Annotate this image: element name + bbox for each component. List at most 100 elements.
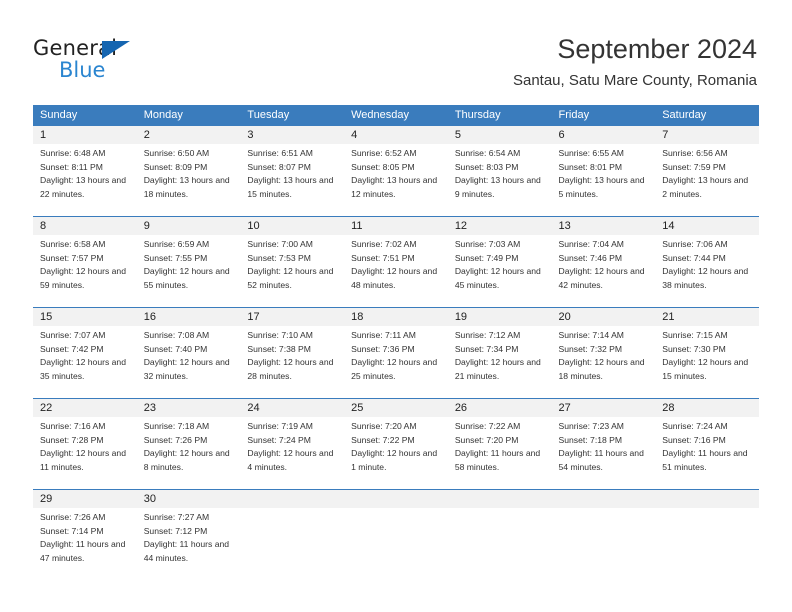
calendar-week-row: 1 2 3 4 5 6 7 Sunrise: 6:48 AM Sunset: 8… — [33, 125, 759, 216]
day-cell[interactable]: Sunrise: 6:56 AM Sunset: 7:59 PM Dayligh… — [655, 144, 759, 216]
day-number[interactable]: 19 — [448, 308, 552, 326]
sunrise-text: Sunrise: 7:23 AM — [558, 421, 624, 431]
day-cell[interactable]: Sunrise: 6:50 AM Sunset: 8:09 PM Dayligh… — [137, 144, 241, 216]
day-cell[interactable]: Sunrise: 6:58 AM Sunset: 7:57 PM Dayligh… — [33, 235, 137, 307]
day-number[interactable]: 24 — [240, 399, 344, 417]
day-number[interactable]: 29 — [33, 490, 137, 508]
sunset-text: Sunset: 7:32 PM — [558, 343, 623, 354]
day-cell[interactable]: Sunrise: 7:15 AM Sunset: 7:30 PM Dayligh… — [655, 326, 759, 398]
sunset-text: Sunset: 8:11 PM — [40, 161, 103, 172]
sunset-text: Sunset: 7:30 PM — [662, 343, 726, 354]
sunset-text: Sunset: 7:55 PM — [143, 252, 208, 263]
day-cell[interactable]: Sunrise: 7:10 AM Sunset: 7:38 PM Dayligh… — [240, 326, 344, 398]
day-cell[interactable]: Sunrise: 7:07 AM Sunset: 7:42 PM Dayligh… — [33, 326, 137, 398]
day-cell[interactable]: Sunrise: 7:20 AM Sunset: 7:22 PM Dayligh… — [344, 417, 448, 489]
day-number[interactable]: 26 — [448, 399, 552, 417]
day-number[interactable]: 20 — [552, 308, 656, 326]
sunset-text: Sunset: 7:36 PM — [351, 343, 415, 354]
day-number[interactable]: 27 — [552, 399, 656, 417]
day-cell[interactable]: Sunrise: 7:19 AM Sunset: 7:24 PM Dayligh… — [240, 417, 344, 489]
daylight-text: Daylight: 11 hours and 51 minutes. — [662, 448, 748, 472]
day-cell[interactable]: Sunrise: 7:23 AM Sunset: 7:18 PM Dayligh… — [552, 417, 656, 489]
day-cell[interactable]: Sunrise: 7:16 AM Sunset: 7:28 PM Dayligh… — [33, 417, 137, 489]
day-number[interactable]: 5 — [448, 126, 552, 144]
day-cell[interactable]: Sunrise: 7:00 AM Sunset: 7:53 PM Dayligh… — [240, 235, 344, 307]
calendar-page: General Blue September 2024 Santau, Satu… — [0, 0, 792, 612]
sunrise-text: Sunrise: 7:24 AM — [662, 421, 728, 431]
page-title: September 2024 — [557, 34, 757, 64]
day-cell[interactable]: Sunrise: 7:12 AM Sunset: 7:34 PM Dayligh… — [448, 326, 552, 398]
sunrise-text: Sunrise: 6:54 AM — [454, 148, 521, 158]
day-number[interactable]: 7 — [655, 126, 759, 144]
day-cell-empty — [655, 508, 759, 580]
day-cell[interactable]: Sunrise: 7:06 AM Sunset: 7:44 PM Dayligh… — [655, 235, 759, 307]
sunset-text: Sunset: 7:28 PM — [40, 434, 104, 445]
day-number[interactable]: 11 — [344, 217, 448, 235]
sunset-text: Sunset: 7:40 PM — [143, 343, 208, 354]
day-cell[interactable]: Sunrise: 6:51 AM Sunset: 8:07 PM Dayligh… — [240, 144, 344, 216]
day-number[interactable]: 13 — [552, 217, 656, 235]
weekday-header-wednesday: Wednesday — [351, 109, 409, 121]
day-cell[interactable]: Sunrise: 7:27 AM Sunset: 7:12 PM Dayligh… — [137, 508, 241, 580]
day-cell-empty — [344, 508, 448, 580]
day-number[interactable]: 9 — [137, 217, 241, 235]
sunset-text: Sunset: 7:42 PM — [40, 343, 104, 354]
general-blue-logo[interactable]: General Blue — [33, 36, 213, 86]
sunrise-text: Sunrise: 7:06 AM — [662, 239, 728, 249]
day-number[interactable]: 10 — [240, 217, 344, 235]
day-number[interactable]: 14 — [655, 217, 759, 235]
sunrise-text: Sunrise: 7:18 AM — [143, 421, 210, 431]
sunset-text: Sunset: 7:46 PM — [558, 252, 623, 263]
sunset-text: Sunset: 7:18 PM — [558, 434, 623, 445]
day-cell[interactable]: Sunrise: 7:14 AM Sunset: 7:32 PM Dayligh… — [552, 326, 656, 398]
daylight-text: Daylight: 12 hours and 59 minutes. — [40, 266, 126, 290]
week-number-row: 1 2 3 4 5 6 7 — [33, 126, 759, 144]
sunrise-text: Sunrise: 7:08 AM — [143, 330, 210, 340]
day-number[interactable]: 28 — [655, 399, 759, 417]
day-number[interactable]: 25 — [344, 399, 448, 417]
day-number[interactable]: 2 — [137, 126, 241, 144]
day-number[interactable]: 17 — [240, 308, 344, 326]
day-number[interactable]: 8 — [33, 217, 137, 235]
day-cell[interactable]: Sunrise: 7:26 AM Sunset: 7:14 PM Dayligh… — [33, 508, 137, 580]
sunrise-text: Sunrise: 6:52 AM — [351, 148, 417, 158]
daylight-text: Daylight: 13 hours and 22 minutes. — [40, 175, 126, 199]
day-number[interactable]: 6 — [552, 126, 656, 144]
day-cell[interactable]: Sunrise: 7:11 AM Sunset: 7:36 PM Dayligh… — [344, 326, 448, 398]
day-cell[interactable]: Sunrise: 7:08 AM Sunset: 7:40 PM Dayligh… — [137, 326, 241, 398]
day-number[interactable]: 22 — [33, 399, 137, 417]
day-cell[interactable]: Sunrise: 6:59 AM Sunset: 7:55 PM Dayligh… — [137, 235, 241, 307]
week-number-row: 22 23 24 25 26 27 28 — [33, 399, 759, 417]
sunset-text: Sunset: 7:34 PM — [454, 343, 519, 354]
day-number[interactable]: 21 — [655, 308, 759, 326]
day-cell[interactable]: Sunrise: 7:03 AM Sunset: 7:49 PM Dayligh… — [448, 235, 552, 307]
day-number-empty — [552, 490, 656, 508]
day-cell[interactable]: Sunrise: 7:22 AM Sunset: 7:20 PM Dayligh… — [448, 417, 552, 489]
page-header: General Blue September 2024 Santau, Satu… — [0, 0, 792, 100]
sunset-text: Sunset: 7:57 PM — [40, 252, 104, 263]
day-number[interactable]: 23 — [137, 399, 241, 417]
sunset-text: Sunset: 7:14 PM — [40, 525, 104, 536]
day-cell[interactable]: Sunrise: 6:54 AM Sunset: 8:03 PM Dayligh… — [448, 144, 552, 216]
day-cell[interactable]: Sunrise: 7:02 AM Sunset: 7:51 PM Dayligh… — [344, 235, 448, 307]
day-cell[interactable]: Sunrise: 6:52 AM Sunset: 8:05 PM Dayligh… — [344, 144, 448, 216]
day-number[interactable]: 15 — [33, 308, 137, 326]
sunrise-text: Sunrise: 7:27 AM — [143, 512, 210, 522]
day-cell[interactable]: Sunrise: 6:55 AM Sunset: 8:01 PM Dayligh… — [552, 144, 656, 216]
day-number[interactable]: 30 — [137, 490, 241, 508]
sunset-text: Sunset: 8:07 PM — [247, 161, 311, 172]
daylight-text: Daylight: 13 hours and 2 minutes. — [662, 175, 749, 199]
day-number[interactable]: 4 — [344, 126, 448, 144]
day-number[interactable]: 18 — [344, 308, 448, 326]
day-cell[interactable]: Sunrise: 7:04 AM Sunset: 7:46 PM Dayligh… — [552, 235, 656, 307]
sunset-text: Sunset: 7:38 PM — [247, 343, 311, 354]
day-number[interactable]: 1 — [33, 126, 137, 144]
day-cell[interactable]: Sunrise: 7:18 AM Sunset: 7:26 PM Dayligh… — [137, 417, 241, 489]
day-cell[interactable]: Sunrise: 7:24 AM Sunset: 7:16 PM Dayligh… — [655, 417, 759, 489]
daylight-text: Daylight: 12 hours and 42 minutes. — [558, 266, 645, 290]
day-number[interactable]: 3 — [240, 126, 344, 144]
day-number-empty — [448, 490, 552, 508]
day-number[interactable]: 12 — [448, 217, 552, 235]
day-number[interactable]: 16 — [137, 308, 241, 326]
day-cell[interactable]: Sunrise: 6:48 AM Sunset: 8:11 PM Dayligh… — [33, 144, 137, 216]
